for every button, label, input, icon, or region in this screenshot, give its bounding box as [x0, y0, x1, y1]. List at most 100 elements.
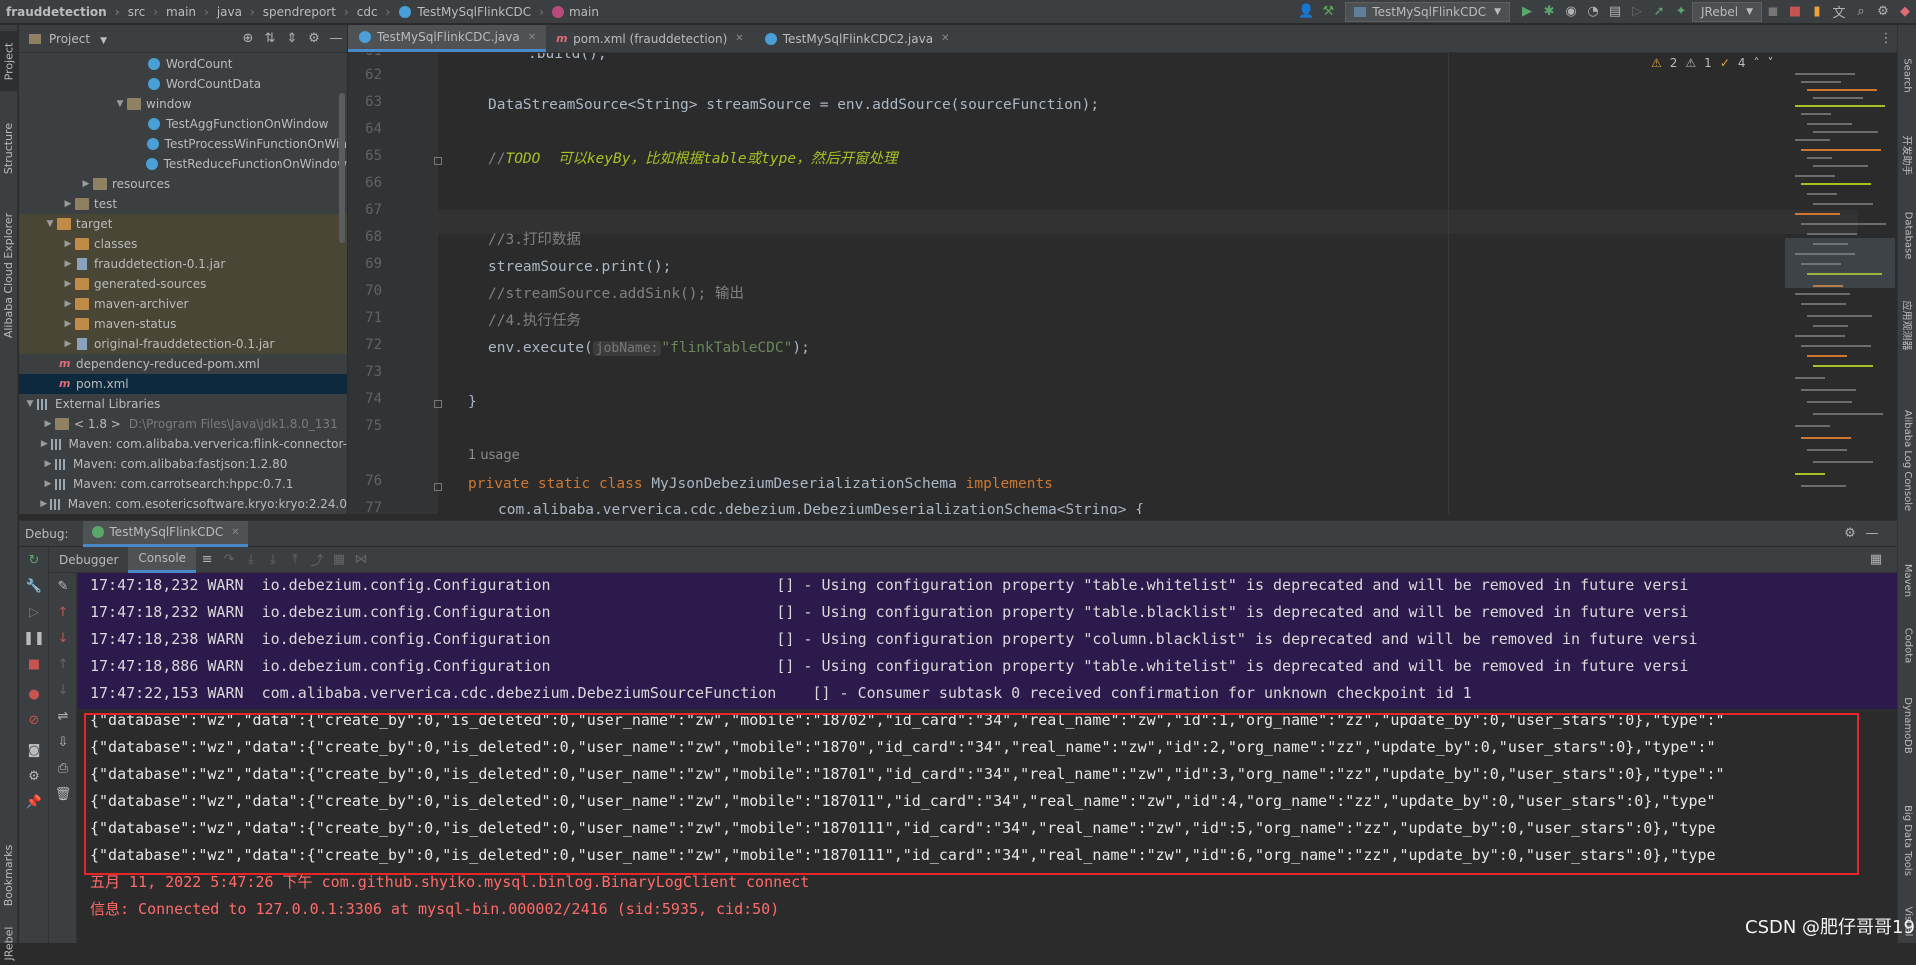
chevron-down-icon[interactable]: ▼ — [43, 219, 57, 229]
down-arrow-icon[interactable]: ↓ — [49, 631, 77, 646]
tree-item-external-libraries[interactable]: ▼ External Libraries — [19, 394, 347, 414]
chevron-right-icon[interactable]: ▶ — [41, 459, 55, 469]
tree-item-frauddetection-jar[interactable]: ▶ frauddetection-0.1.jar — [19, 254, 347, 274]
project-view-select[interactable]: Project ▼ — [49, 32, 107, 46]
layout-icon[interactable]: ▦ — [1865, 549, 1887, 571]
chevron-right-icon[interactable]: ▶ — [61, 239, 75, 249]
chevron-down-icon[interactable]: ▼ — [23, 399, 37, 409]
breadcrumb-spendreport[interactable]: spendreport › — [259, 0, 353, 23]
breadcrumb-class[interactable]: TestMySqlFlinkCDC › — [394, 0, 548, 23]
camera-icon[interactable]: ◙ — [19, 743, 49, 758]
chevron-right-icon[interactable]: ▶ — [38, 439, 50, 449]
hide-icon[interactable]: — — [1861, 523, 1883, 545]
tree-item-generated-sources[interactable]: ▶ generated-sources — [19, 274, 347, 294]
tree-item-testreducefunction[interactable]: TestReduceFunctionOnWindow — [19, 154, 347, 174]
chevron-right-icon[interactable]: ▶ — [61, 319, 75, 329]
breadcrumb-main[interactable]: main › — [162, 0, 213, 23]
jrebel-run-icon[interactable]: ➚ — [1648, 1, 1670, 23]
tab-testmysqlflinkcdc2[interactable]: TestMySqlFlinkCDC2.java ✕ — [754, 25, 960, 52]
ide-logo-icon[interactable]: ◆ — [1894, 1, 1916, 23]
tree-item-maven-hppc[interactable]: ▶ Maven: com.carrotsearch:hppc:0.7.1 — [19, 474, 347, 494]
chevron-down-icon[interactable]: ▼ — [113, 99, 127, 109]
user-icon[interactable]: 👤 — [1295, 1, 1317, 23]
usage-hint[interactable]: 1 usage — [468, 446, 520, 466]
trace-icon[interactable]: ⋈ — [350, 549, 372, 571]
chevron-right-icon[interactable]: ▶ — [61, 199, 75, 209]
gear-icon[interactable]: ⚙ — [303, 28, 325, 50]
tree-scrollbar[interactable] — [339, 93, 345, 243]
tab-console[interactable]: Console — [128, 546, 197, 573]
tree-item-maven-fastjson[interactable]: ▶ Maven: com.alibaba:fastjson:1.2.80 — [19, 454, 347, 474]
tree-item-test[interactable]: ▶ test — [19, 194, 347, 214]
tree-item-original-jar[interactable]: ▶ original-frauddetection-0.1.jar — [19, 334, 347, 354]
search-tool-tab[interactable]: Search — [1898, 45, 1916, 105]
chevron-right-icon[interactable]: ▶ — [41, 479, 55, 489]
debug-icon[interactable]: ✱ — [1538, 1, 1560, 23]
down-stack-icon[interactable]: ↓ — [49, 683, 77, 698]
mute-breakpoints-icon[interactable]: ⊘ — [19, 713, 49, 728]
chevron-right-icon[interactable]: ▶ — [61, 259, 75, 269]
code-editor[interactable]: 61 62 63 64 65 66 67 68 69 70 71 72 73 7… — [348, 53, 1897, 514]
rerun-icon[interactable]: ↻ — [19, 553, 49, 568]
debug-session-tab[interactable]: TestMySqlFlinkCDC ✕ — [82, 520, 248, 547]
database-tool-tab[interactable]: Database — [1898, 195, 1916, 275]
tree-item-testprocesswin[interactable]: TestProcessWinFunctionOnWin — [19, 134, 347, 154]
menu-icon[interactable]: ≡ — [196, 549, 218, 571]
soft-wrap-icon[interactable]: ⇌ — [49, 709, 77, 724]
step-over-icon[interactable]: ↷ — [218, 549, 240, 571]
search-icon[interactable]: ⌕ — [1850, 1, 1872, 23]
chevron-right-icon[interactable]: ▶ — [79, 179, 93, 189]
build-hammer-icon[interactable]: ⚒ — [1317, 1, 1339, 23]
pause-icon[interactable]: ❚❚ — [19, 631, 49, 646]
chevron-right-icon[interactable]: ▶ — [61, 279, 75, 289]
hide-icon[interactable]: — — [325, 28, 347, 50]
tree-item-target[interactable]: ▼ target — [19, 214, 347, 234]
fold-marker-icon[interactable] — [434, 400, 442, 408]
up-arrow-icon[interactable]: ↑ — [49, 605, 77, 620]
maven-tool-tab[interactable]: Maven — [1898, 545, 1916, 615]
stop-icon[interactable]: ■ — [1784, 1, 1806, 23]
tab-debugger[interactable]: Debugger — [49, 547, 128, 573]
tab-testmysqlflinkcdc[interactable]: TestMySqlFlinkCDC.java ✕ — [348, 25, 547, 52]
chevron-right-icon[interactable]: ▶ — [61, 339, 75, 349]
settings-icon[interactable]: ⚙ — [1872, 1, 1894, 23]
modify-config-icon[interactable]: 🔧 — [19, 579, 49, 594]
dev-assistant-tab[interactable]: 开发助手 — [1898, 115, 1916, 195]
expand-icon[interactable]: ⇕ — [281, 28, 303, 50]
tree-item-maven-archiver[interactable]: ▶ maven-archiver — [19, 294, 347, 314]
more-tabs-icon[interactable]: ⋮ — [1875, 28, 1897, 50]
tree-item-pom[interactable]: m pom.xml — [19, 374, 347, 394]
scroll-to-end-icon[interactable]: ⇩ — [49, 735, 77, 750]
trash-icon[interactable]: 🗑 — [49, 787, 77, 802]
up-stack-icon[interactable]: ↑ — [49, 657, 77, 672]
collapse-all-icon[interactable]: ⇅ — [259, 28, 281, 50]
tree-item-jdk[interactable]: ▶ < 1.8 > D:\Program Files\Java\jdk1.8.0_1… — [19, 414, 347, 434]
fold-marker-icon[interactable] — [434, 483, 442, 491]
settings-icon[interactable]: ⚙ — [19, 769, 49, 784]
run-configuration-select[interactable]: TestMySqlFlinkCDC ▼ — [1345, 1, 1511, 22]
translate-icon[interactable]: 文 — [1828, 1, 1850, 23]
tree-item-wordcountdata[interactable]: WordCountData — [19, 74, 347, 94]
jrebel-tool-tab[interactable]: JRebel — [0, 921, 18, 965]
dynamodb-tool-tab[interactable]: DynamoDB — [1898, 680, 1916, 770]
jrebel-debug-icon[interactable]: ✦ — [1670, 1, 1692, 23]
force-step-into-icon[interactable]: ⤓ — [262, 549, 284, 571]
bookmarks-tool-tab[interactable]: Bookmarks — [0, 835, 18, 915]
breadcrumb-src[interactable]: src › — [124, 0, 162, 23]
run-to-cursor-icon[interactable]: ⤴ — [306, 549, 328, 571]
minimap[interactable] — [1785, 53, 1897, 514]
build-icon[interactable]: ▤ — [1604, 1, 1626, 23]
step-into-icon[interactable]: ⤓ — [240, 549, 262, 571]
pin-icon[interactable]: 📌 — [19, 795, 49, 810]
step-out-icon[interactable]: ⤒ — [284, 549, 306, 571]
minimap-viewport[interactable] — [1785, 238, 1895, 288]
clear-icon[interactable]: ✎ — [49, 579, 77, 594]
breadcrumb-java[interactable]: java › — [213, 0, 259, 23]
breadcrumb-project[interactable]: frauddetection › — [0, 0, 124, 23]
fold-marker-icon[interactable] — [434, 157, 442, 165]
inspection-widget[interactable]: ⚠ 2 ⚠ 1 ✓ 4 ˄ ˅ — [1651, 56, 1774, 70]
tree-item-testaggfunction[interactable]: TestAggFunctionOnWindow — [19, 114, 347, 134]
chevron-right-icon[interactable]: ▶ — [41, 419, 55, 429]
jrebel-panel-icon[interactable]: ▮ — [1806, 1, 1828, 23]
tree-item-maven-status[interactable]: ▶ maven-status — [19, 314, 347, 334]
